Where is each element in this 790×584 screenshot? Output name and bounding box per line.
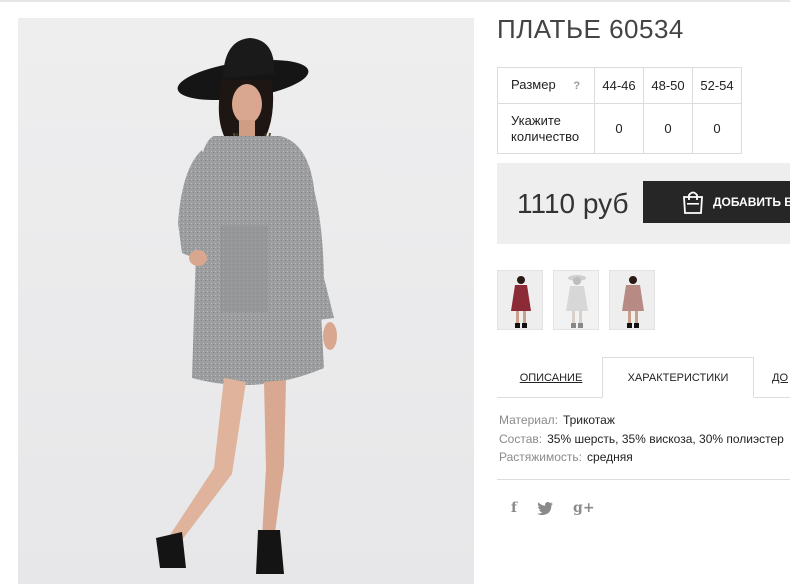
buy-box: 1110 руб ДОБАВИТЬ В (497, 163, 790, 244)
product-tabs: ОПИСАНИЕ ХАРАКТЕРИСТИКИ ДО (497, 357, 790, 398)
characteristics-list: Материал: Трикотаж Состав: 35% шерсть, 35%… (499, 411, 784, 467)
thumbnail-burgundy-image (498, 271, 542, 329)
property-value: Трикотаж (562, 413, 615, 427)
thumbnail-beige-pink-image (610, 271, 654, 329)
social-share: f g+ (511, 500, 615, 516)
thumbnail-light-grey-image (554, 271, 598, 329)
size-quantity-table: Размер ? 44-46 48-50 52-54 Укажите колич… (497, 67, 742, 154)
quantity-input-52-54[interactable]: 0 (692, 103, 742, 154)
property-key: Растяжимость: (499, 450, 583, 464)
twitter-icon[interactable] (537, 501, 554, 515)
property-value: 35% шерсть, 35% вискоза, 30% полиэстер (547, 431, 784, 446)
size-label-cell: Размер ? (497, 67, 595, 104)
tab-more[interactable]: ДО (772, 357, 790, 398)
quantity-label-cell: Укажите количество (497, 103, 595, 154)
size-help-icon[interactable]: ? (573, 80, 580, 92)
size-option-52-54: 52-54 (692, 67, 742, 104)
property-stretch: Растяжимость: средняя (499, 448, 784, 467)
size-row: Размер ? 44-46 48-50 52-54 (497, 67, 742, 104)
facebook-icon[interactable]: f (511, 500, 517, 516)
social-divider (497, 479, 790, 480)
add-to-cart-label: ДОБАВИТЬ В (713, 195, 790, 209)
property-value: средняя (587, 450, 633, 464)
top-divider (0, 0, 790, 2)
main-product-photo[interactable] (18, 18, 474, 584)
thumbnail-light-grey[interactable] (553, 270, 599, 330)
property-composition: Состав: 35% шерсть, 35% вискоза, 30% поли… (499, 430, 784, 449)
price: 1110 руб (517, 188, 629, 219)
property-material: Материал: Трикотаж (499, 411, 784, 430)
quantity-label-line1: Укажите (511, 112, 561, 128)
thumbnail-burgundy[interactable] (497, 270, 543, 330)
size-label: Размер (511, 77, 556, 92)
shopping-bag-icon (681, 189, 705, 215)
size-option-44-46: 44-46 (594, 67, 644, 104)
tab-description[interactable]: ОПИСАНИЕ (507, 357, 595, 398)
product-title: ПЛАТЬЕ 60534 (497, 14, 684, 44)
size-option-48-50: 48-50 (643, 67, 693, 104)
quantity-label-line2: количество (511, 128, 580, 144)
quantity-row: Укажите количество 0 0 0 (497, 103, 742, 154)
google-plus-icon[interactable]: g+ (573, 500, 595, 516)
add-to-cart-button[interactable]: ДОБАВИТЬ В (643, 181, 790, 223)
property-key: Материал: (499, 413, 558, 427)
quantity-input-48-50[interactable]: 0 (643, 103, 693, 154)
quantity-input-44-46[interactable]: 0 (594, 103, 644, 154)
model-illustration (156, 38, 337, 574)
property-key: Состав: (499, 431, 543, 446)
tab-characteristics[interactable]: ХАРАКТЕРИСТИКИ (602, 357, 754, 398)
thumbnail-beige-pink[interactable] (609, 270, 655, 330)
